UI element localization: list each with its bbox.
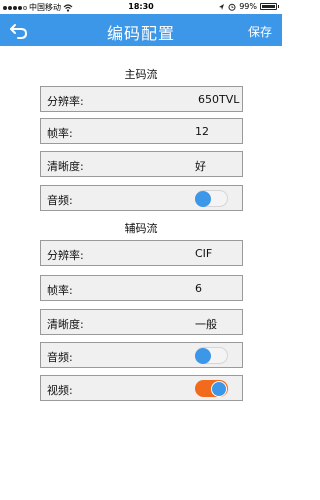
status-bar: 中国移动 18:30 99%: [0, 0, 282, 14]
save-button[interactable]: 保存: [248, 23, 272, 40]
sub-stream-title: 辅码流: [124, 222, 158, 235]
sub-frame-rate-label: 帧率:: [47, 284, 73, 297]
sub-video-label: 视频:: [47, 384, 73, 397]
sub-video-row: 视频:: [40, 375, 243, 401]
main-stream-title: 主码流: [124, 68, 158, 81]
sub-clarity-value: 一般: [195, 318, 217, 331]
sub-audio-label: 音频:: [47, 351, 73, 364]
main-clarity-label: 清晰度:: [47, 160, 84, 173]
page-title: 编码配置: [106, 24, 175, 43]
main-resolution-value: 650TVL: [198, 93, 240, 106]
toggle-knob: [211, 381, 227, 397]
sub-clarity-row[interactable]: 清晰度: 一般: [40, 309, 243, 335]
sub-resolution-value: CIF: [195, 247, 213, 260]
alarm-icon: [228, 3, 236, 11]
main-resolution-row[interactable]: 分辨率: 650TVL: [40, 86, 243, 112]
battery-icon: [260, 3, 277, 10]
sub-clarity-label: 清晰度:: [47, 318, 84, 331]
sub-resolution-label: 分辨率:: [47, 249, 84, 262]
status-right: 99%: [218, 2, 279, 11]
main-audio-toggle[interactable]: [195, 190, 228, 207]
main-resolution-label: 分辨率:: [47, 95, 84, 108]
main-audio-row: 音频:: [40, 185, 243, 211]
main-frame-rate-row[interactable]: 帧率: 12: [40, 118, 243, 144]
main-clarity-row[interactable]: 清晰度: 好: [40, 151, 243, 177]
main-clarity-value: 好: [195, 160, 206, 173]
battery-tip: [278, 5, 279, 8]
sub-audio-toggle[interactable]: [195, 347, 228, 364]
sub-frame-rate-value: 6: [195, 282, 202, 295]
main-frame-rate-value: 12: [195, 125, 209, 138]
sub-resolution-row[interactable]: 分辨率: CIF: [40, 240, 243, 266]
battery-percent: 99%: [239, 2, 257, 11]
toggle-knob: [195, 348, 211, 364]
nav-bar: 编码配置 保存: [0, 14, 282, 46]
main-audio-label: 音频:: [47, 194, 73, 207]
sub-audio-row: 音频:: [40, 342, 243, 368]
main-frame-rate-label: 帧率:: [47, 127, 73, 140]
sub-frame-rate-row[interactable]: 帧率: 6: [40, 275, 243, 301]
sub-video-toggle[interactable]: [195, 380, 228, 397]
toggle-knob: [195, 191, 211, 207]
location-icon: [219, 3, 225, 10]
